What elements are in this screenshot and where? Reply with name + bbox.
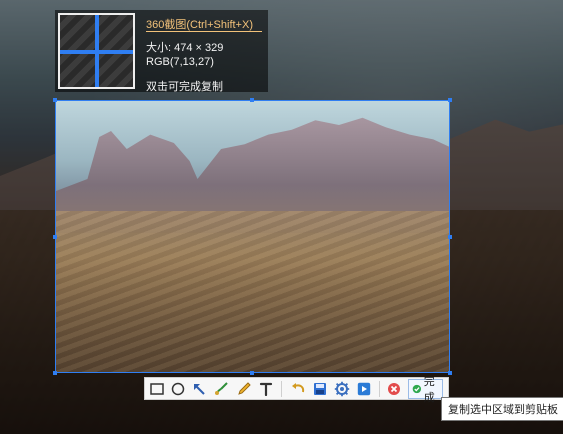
selection-handle-bottom-center[interactable] [250,371,254,375]
text-tool-button[interactable] [259,380,273,398]
text-icon [259,382,273,396]
arrow-icon [194,383,205,395]
selection-handle-middle-left[interactable] [53,235,57,239]
selection-foreground [56,211,449,372]
cancel-button[interactable] [387,380,401,398]
toolbar-separator [378,380,379,397]
selection-handle-middle-right[interactable] [448,235,452,239]
title-underline [146,31,262,32]
brush-icon [215,381,228,395]
toolbar-separator [281,380,282,397]
capture-toolbar: 完成 [144,376,449,404]
selection-handle-bottom-left[interactable] [53,371,57,375]
pencil-icon [238,381,251,395]
share-button[interactable] [357,380,371,398]
capture-title: 360截图(Ctrl+Shift+X) [146,19,253,31]
pixel-rgb: RGB(7,13,27) [146,56,214,68]
save-icon [313,382,326,395]
checkmark-icon [412,384,422,393]
selection-size: 大小: 474 × 329 [146,42,224,54]
done-tooltip: 复制选中区域到剪贴板 [441,397,563,421]
magnifier-crosshair-horizontal [60,50,133,54]
brush-tool-button[interactable] [213,380,229,398]
rectangle-tool-button[interactable] [150,380,164,398]
circle-icon [171,382,185,395]
share-icon [357,382,370,395]
capture-info-panel: 360截图(Ctrl+Shift+X) 大小: 474 × 329 RGB(7,… [55,10,268,93]
selection-handle-top-center[interactable] [250,98,254,102]
selection-handle-bottom-right[interactable] [448,371,452,375]
arrow-tool-button[interactable] [192,380,206,398]
pen-tool-button[interactable] [236,380,252,398]
rectangle-icon [150,382,164,395]
settings-button[interactable] [334,380,350,398]
done-label: 完成 [423,375,435,404]
gear-icon [334,381,349,396]
selection-handle-top-left[interactable] [53,98,57,102]
close-icon [388,382,400,395]
magnifier-preview [58,13,135,89]
done-button[interactable]: 完成 [408,376,443,404]
undo-icon [291,382,304,392]
selection-handle-top-right[interactable] [448,98,452,102]
undo-button[interactable] [290,380,306,398]
save-button[interactable] [313,380,327,398]
ellipse-tool-button[interactable] [171,380,185,398]
capture-selection[interactable] [55,100,450,373]
double-click-hint: 双击可完成复制 [146,81,223,93]
